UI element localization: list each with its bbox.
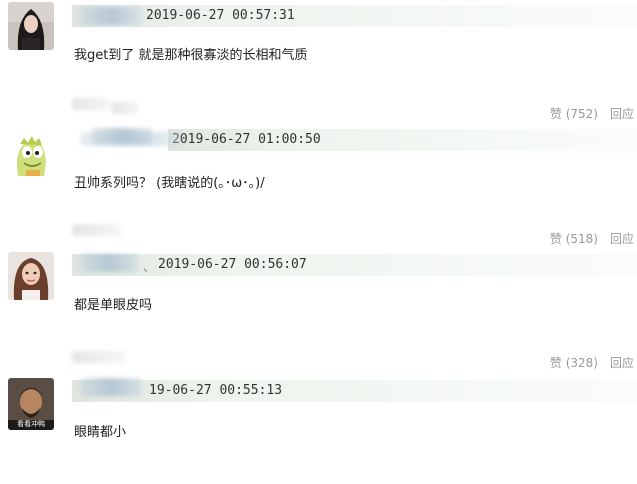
blurred-meta — [72, 351, 126, 363]
blurred-meta — [72, 224, 122, 236]
blurred-meta — [112, 102, 138, 114]
comment-actions: 赞 (518) 回应 — [550, 230, 634, 247]
like-button[interactable]: 赞 (328) — [550, 354, 598, 371]
like-button[interactable]: 赞 (518) — [550, 230, 598, 247]
user-avatar[interactable] — [8, 252, 54, 300]
user-avatar[interactable] — [8, 132, 54, 180]
comment-text: 我get到了 就是那种很寡淡的长相和气质 — [74, 48, 308, 63]
comment-header — [72, 254, 637, 276]
username-blurred[interactable] — [80, 254, 138, 272]
avatar-caption: 看看冲鸭 — [17, 420, 45, 428]
comment-text: 都是单眼皮吗 — [74, 298, 153, 313]
comment-text: 眼睛都小 — [74, 425, 127, 440]
comment-actions: 赞 (752) 回应 — [550, 105, 634, 122]
comment-timestamp: 2019-06-27 01:00:50 — [172, 132, 321, 147]
comment-timestamp: 2019-06-27 00:56:07 — [158, 257, 307, 272]
blurred-meta — [72, 98, 112, 110]
username-blurred[interactable] — [80, 132, 180, 146]
comment-item: 、 2019-06-27 00:56:07 都是单眼皮吗 赞 (328) 回应 — [0, 248, 637, 370]
user-avatar[interactable]: 看看冲鸭 — [8, 378, 54, 430]
comment-actions: 赞 (328) 回应 — [550, 354, 634, 371]
comment-item: 2019-06-27 00:57:31 我get到了 就是那种很寡淡的长相和气质… — [0, 0, 637, 121]
comment-timestamp: 2019-06-27 00:57:31 — [146, 8, 295, 23]
user-avatar[interactable] — [8, 2, 54, 50]
comment-timestamp: 19-06-27 00:55:13 — [149, 383, 283, 398]
name-separator: 、 — [143, 260, 156, 274]
username-blurred[interactable] — [80, 378, 142, 396]
comment-item: 2019-06-27 01:00:50 丑帅系列吗？ (我瞎说的(｡･ω･｡)/… — [0, 124, 637, 246]
reply-button[interactable]: 回应 — [610, 105, 634, 122]
reply-button[interactable]: 回应 — [610, 354, 634, 371]
reply-button[interactable]: 回应 — [610, 230, 634, 247]
username-blurred[interactable] — [80, 7, 142, 25]
comment-item: 看看冲鸭 19-06-27 00:55:13 眼睛都小 — [0, 372, 637, 484]
comment-text: 丑帅系列吗？ (我瞎说的(｡･ω･｡)/ — [74, 176, 265, 191]
like-button[interactable]: 赞 (752) — [550, 105, 598, 122]
